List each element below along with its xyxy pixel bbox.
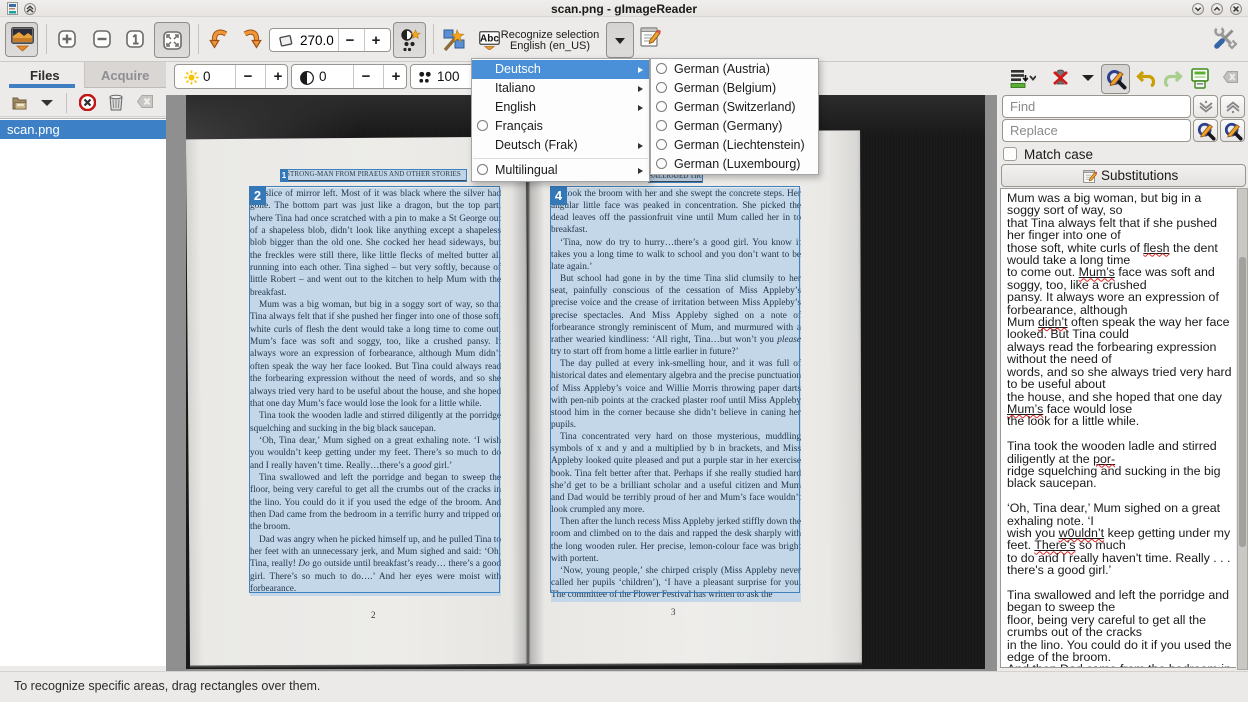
svg-text:Abc: Abc	[480, 34, 499, 45]
